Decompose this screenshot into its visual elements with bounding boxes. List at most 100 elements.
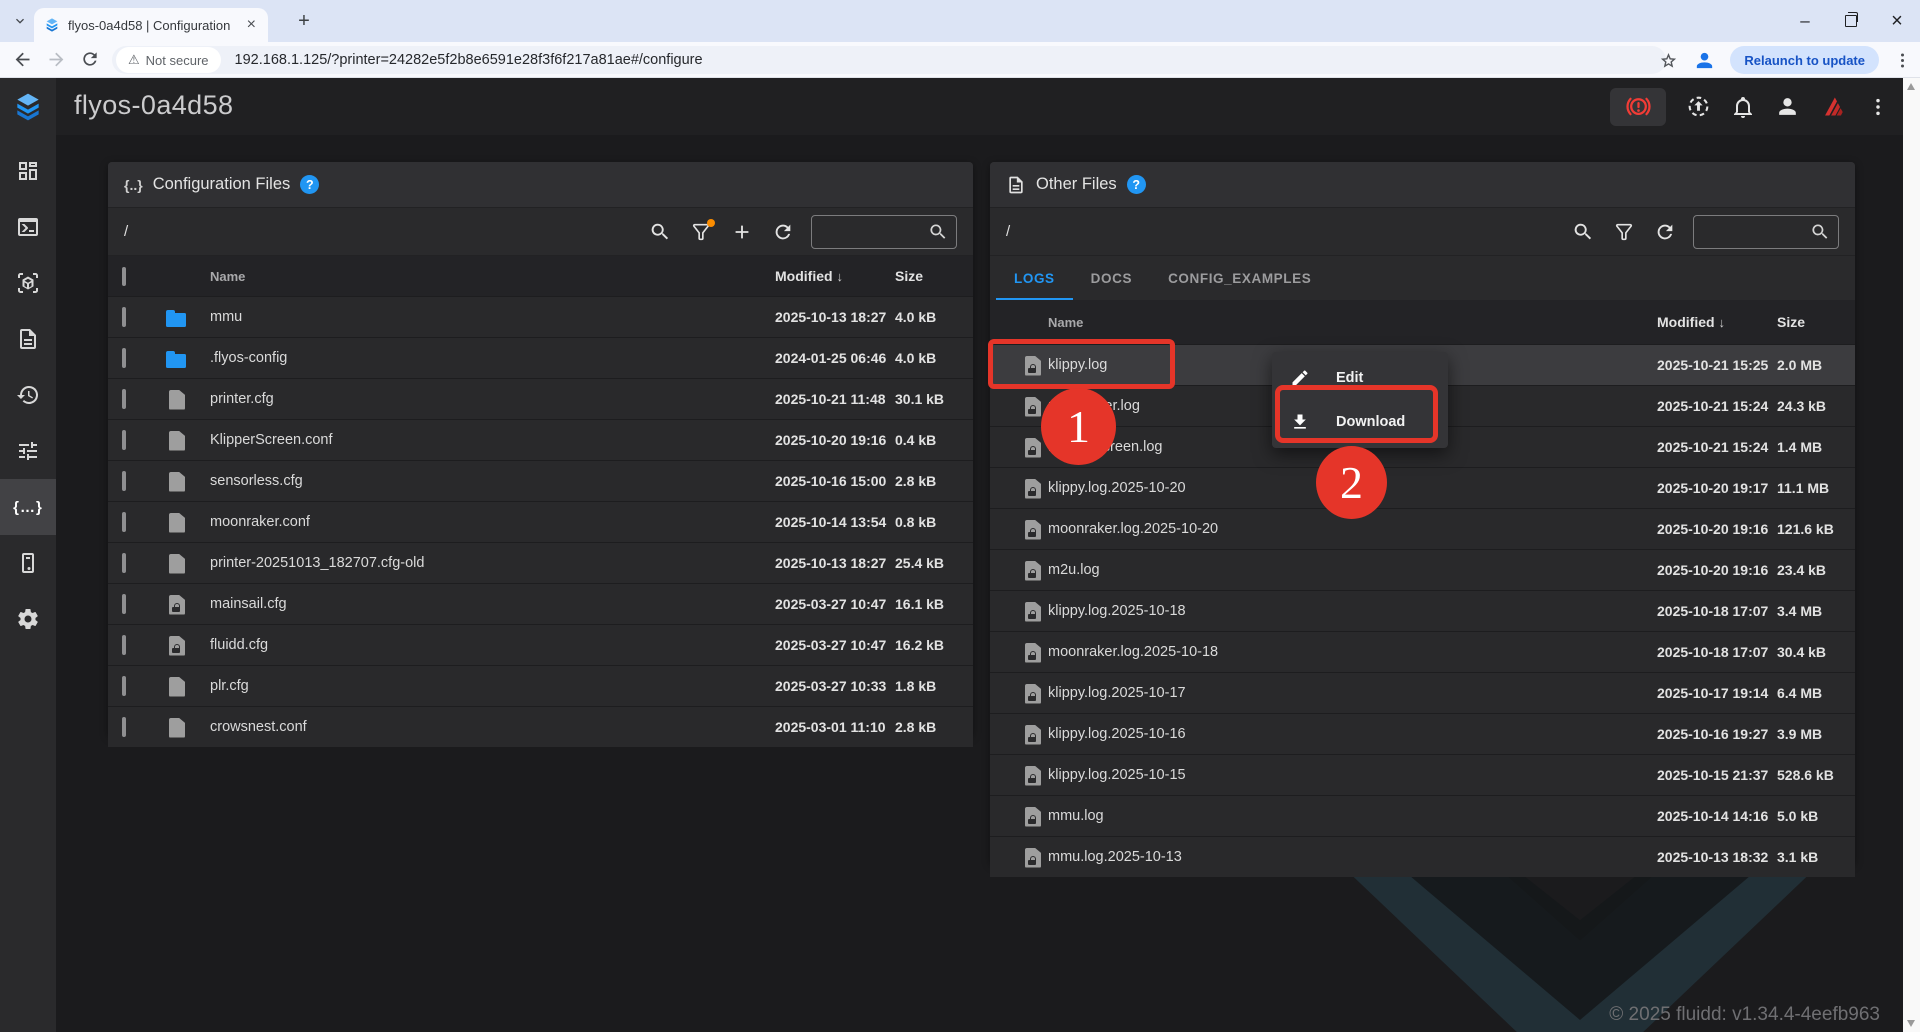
config-file-row[interactable]: mainsail.cfg 2025-03-27 10:47 16.1 kB — [108, 583, 973, 624]
reload-icon[interactable] — [80, 49, 100, 69]
sidebar-item-jobs[interactable] — [0, 311, 56, 367]
row-checkbox[interactable] — [108, 555, 154, 571]
tab-config-examples[interactable]: CONFIG_EXAMPLES — [1150, 256, 1329, 300]
other-file-row[interactable]: klippy.log.2025-10-17 2025-10-17 19:14 6… — [990, 672, 1855, 713]
scroll-up-icon[interactable] — [1907, 83, 1915, 90]
config-file-row[interactable]: mmu 2025-10-13 18:27 4.0 kB — [108, 296, 973, 337]
browser-profile-icon[interactable] — [1693, 49, 1716, 72]
config-file-row[interactable]: sensorless.cfg 2025-10-16 15:00 2.8 kB — [108, 460, 973, 501]
update-status-icon[interactable] — [1686, 94, 1711, 119]
row-checkbox[interactable] — [108, 637, 154, 653]
row-checkbox[interactable] — [108, 514, 154, 530]
page-scrollbar[interactable] — [1903, 78, 1920, 1032]
column-name[interactable]: Name — [1048, 315, 1657, 330]
column-size[interactable]: Size — [895, 268, 973, 284]
notifications-bell-icon[interactable] — [1731, 95, 1755, 119]
other-file-row[interactable]: klippy.log.2025-10-15 2025-10-15 21:37 5… — [990, 754, 1855, 795]
config-file-row[interactable]: .flyos-config 2024-01-25 06:46 4.0 kB — [108, 337, 973, 378]
other-file-row[interactable]: moonraker.log.2025-10-18 2025-10-18 17:0… — [990, 631, 1855, 672]
row-checkbox[interactable] — [108, 719, 154, 735]
config-file-row[interactable]: KlipperScreen.conf 2025-10-20 19:16 0.4 … — [108, 419, 973, 460]
browser-toolbar: ⚠ Not secure 192.168.1.125/?printer=2428… — [0, 42, 1920, 78]
fly-brand-icon[interactable] — [1820, 93, 1847, 120]
tab-search-chevron-icon[interactable] — [12, 13, 28, 29]
column-size[interactable]: Size — [1777, 314, 1855, 330]
other-file-row[interactable]: klippy.log.2025-10-18 2025-10-18 17:07 3… — [990, 590, 1855, 631]
window-minimize-button[interactable]: – — [1782, 0, 1828, 42]
row-checkbox[interactable] — [108, 678, 154, 694]
emergency-stop-button[interactable] — [1610, 88, 1666, 126]
sidebar-item-history[interactable] — [0, 367, 56, 423]
sidebar-item-configure[interactable]: {…} — [0, 479, 56, 535]
header-menu-icon[interactable] — [1867, 96, 1889, 118]
config-file-row[interactable]: fluidd.cfg 2025-03-27 10:47 16.2 kB — [108, 624, 973, 665]
browser-tab[interactable]: flyos-0a4d58 | Configuration × — [34, 8, 268, 42]
config-search-input[interactable] — [811, 215, 957, 249]
sidebar-item-console[interactable] — [0, 199, 56, 255]
help-icon[interactable]: ? — [1127, 175, 1146, 194]
configure-braces-icon: {…} — [13, 499, 43, 516]
config-add-file-icon[interactable] — [731, 221, 753, 243]
file-size: 4.0 kB — [895, 350, 973, 366]
bookmark-star-icon[interactable] — [1658, 50, 1679, 71]
column-modified[interactable]: Modified↓ — [1657, 314, 1777, 330]
config-filter-icon[interactable] — [690, 221, 712, 243]
config-file-row[interactable]: plr.cfg 2025-03-27 10:33 1.8 kB — [108, 665, 973, 706]
row-checkbox[interactable] — [108, 350, 154, 366]
console-icon — [16, 215, 40, 239]
user-account-icon[interactable] — [1775, 94, 1800, 119]
sidebar-nav: {…} — [0, 135, 56, 1032]
config-refresh-icon[interactable] — [772, 221, 794, 243]
file-name: KlipperScreen.conf — [210, 432, 775, 448]
other-filter-icon[interactable] — [1613, 221, 1635, 243]
not-secure-chip[interactable]: ⚠ Not secure — [116, 47, 221, 73]
fluidd-app: flyos-0a4d58 {…} © 202 — [0, 78, 1920, 1032]
column-modified[interactable]: Modified↓ — [775, 268, 895, 284]
other-file-row[interactable]: moonraker.log.2025-10-20 2025-10-20 19:1… — [990, 508, 1855, 549]
other-file-row[interactable]: klippy.log.2025-10-16 2025-10-16 19:27 3… — [990, 713, 1855, 754]
sidebar-item-dashboard[interactable] — [0, 143, 56, 199]
browser-menu-icon[interactable] — [1893, 51, 1912, 70]
other-search-input[interactable] — [1693, 215, 1839, 249]
history-icon — [16, 383, 40, 407]
other-file-row[interactable]: klippy.log.2025-10-20 2025-10-20 19:17 1… — [990, 467, 1855, 508]
config-file-row[interactable]: printer-20251013_182707.cfg-old 2025-10-… — [108, 542, 973, 583]
file-size: 4.0 kB — [895, 309, 973, 325]
config-search-icon[interactable] — [649, 221, 671, 243]
config-file-row[interactable]: crowsnest.conf 2025-03-01 11:10 2.8 kB — [108, 706, 973, 747]
new-tab-button[interactable]: + — [292, 9, 316, 33]
window-close-button[interactable]: × — [1874, 0, 1920, 42]
fluidd-logo-icon[interactable] — [0, 78, 56, 135]
row-checkbox[interactable] — [108, 596, 154, 612]
scroll-down-icon[interactable] — [1907, 1020, 1915, 1027]
sidebar-item-gcode-preview[interactable] — [0, 255, 56, 311]
relaunch-update-button[interactable]: Relaunch to update — [1730, 46, 1879, 74]
help-icon[interactable]: ? — [300, 175, 319, 194]
address-bar[interactable]: ⚠ Not secure 192.168.1.125/?printer=2428… — [112, 46, 1666, 74]
sidebar-item-tune[interactable] — [0, 423, 56, 479]
window-restore-button[interactable] — [1828, 0, 1874, 42]
config-file-row[interactable]: printer.cfg 2025-10-21 11:48 30.1 kB — [108, 378, 973, 419]
sidebar-item-system[interactable] — [0, 535, 56, 591]
row-checkbox[interactable] — [108, 309, 154, 325]
config-file-row[interactable]: moonraker.conf 2025-10-14 13:54 0.8 kB — [108, 501, 973, 542]
system-icon — [16, 551, 40, 575]
back-icon[interactable] — [12, 49, 33, 70]
column-name[interactable]: Name — [210, 269, 775, 284]
forward-icon[interactable] — [46, 49, 67, 70]
other-refresh-icon[interactable] — [1654, 221, 1676, 243]
other-file-row[interactable]: mmu.log.2025-10-13 2025-10-13 18:32 3.1 … — [990, 836, 1855, 877]
other-search-icon[interactable] — [1572, 221, 1594, 243]
file-type-icon — [1025, 479, 1041, 499]
other-file-row[interactable]: m2u.log 2025-10-20 19:16 23.4 kB — [990, 549, 1855, 590]
other-file-row[interactable]: mmu.log 2025-10-14 14:16 5.0 kB — [990, 795, 1855, 836]
tab-close-icon[interactable]: × — [245, 17, 258, 33]
tab-logs[interactable]: LOGS — [996, 256, 1073, 300]
select-all-checkbox[interactable] — [108, 269, 154, 284]
tab-docs[interactable]: DOCS — [1073, 256, 1150, 300]
row-checkbox[interactable] — [108, 473, 154, 489]
sidebar-item-settings[interactable] — [0, 591, 56, 647]
row-checkbox[interactable] — [108, 432, 154, 448]
row-checkbox[interactable] — [108, 391, 154, 407]
file-modified: 2025-10-21 11:48 — [775, 391, 895, 407]
